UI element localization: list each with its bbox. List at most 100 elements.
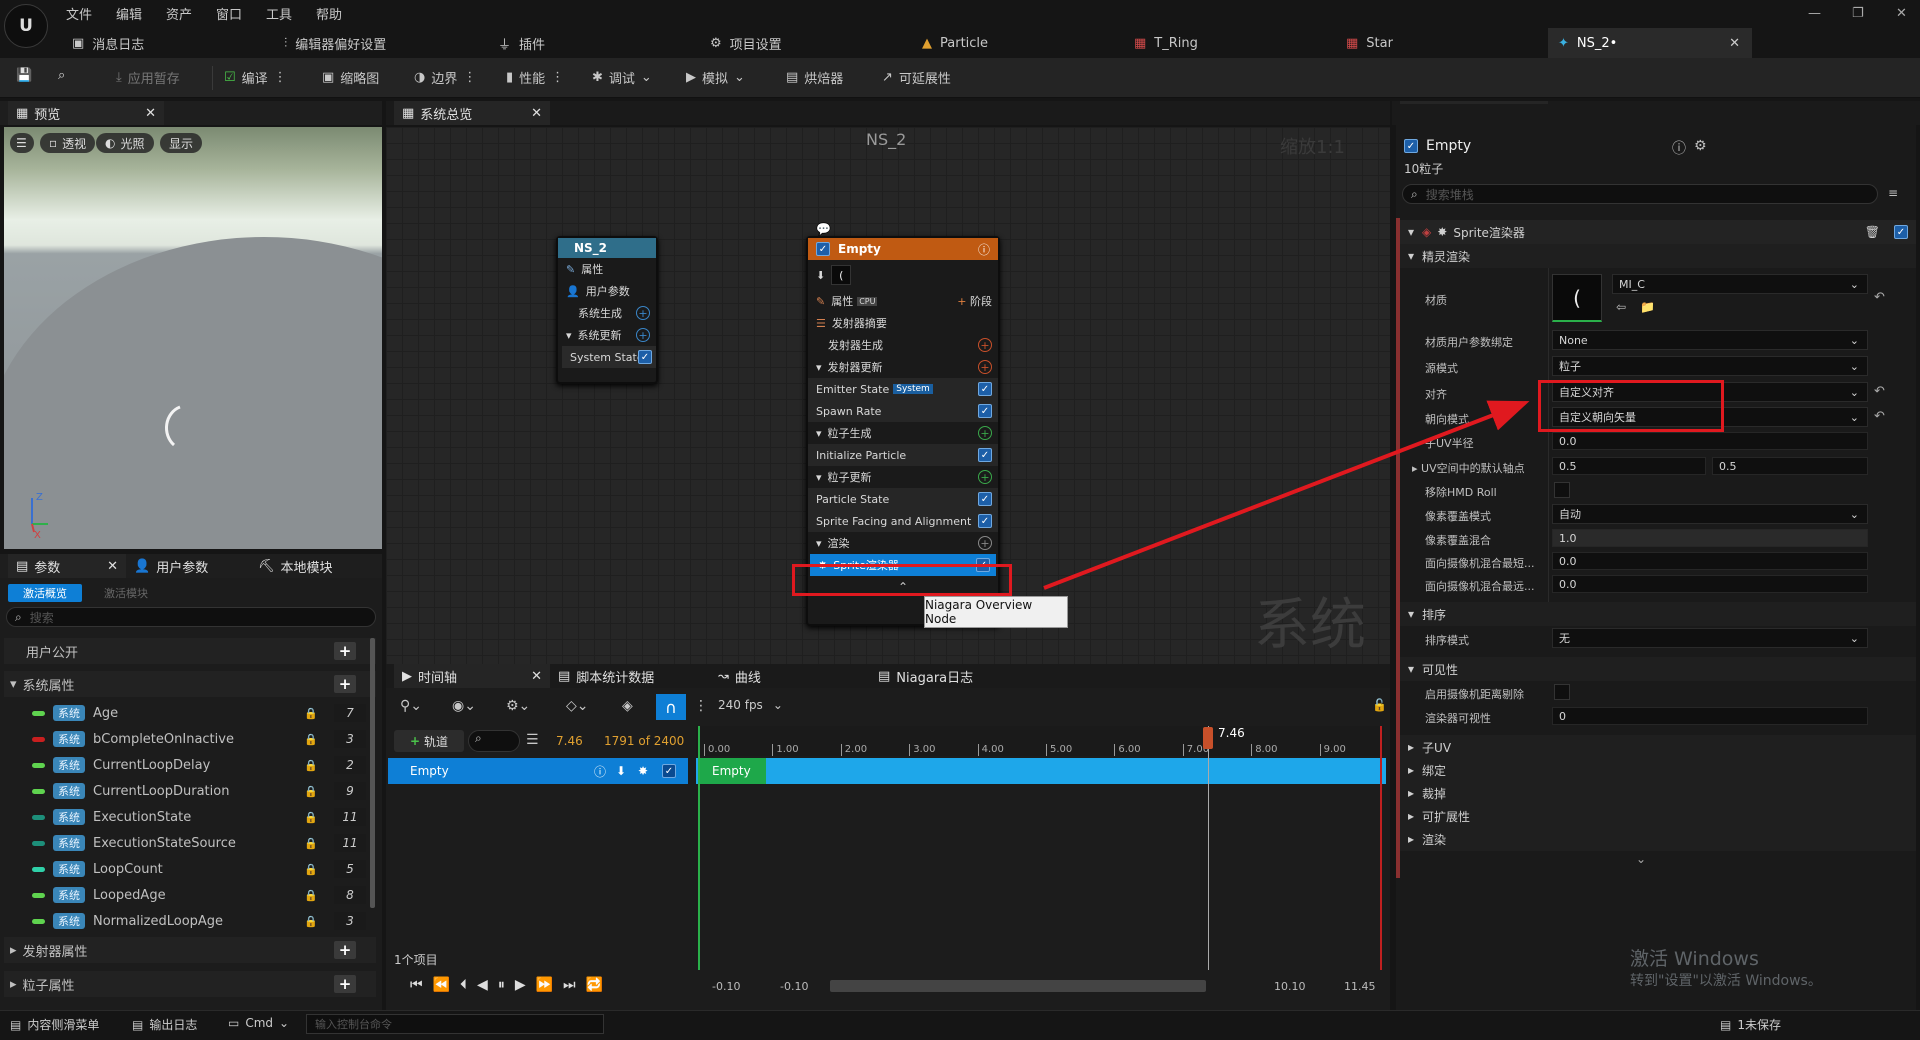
details-search[interactable]: ⌕ 搜索堆栈 (1402, 184, 1878, 204)
menu-file[interactable]: 文件 (66, 4, 92, 23)
browse-icon[interactable]: ⌕ (58, 68, 65, 83)
thumbnail-button[interactable]: ▣ 缩略图 (322, 68, 379, 87)
emitter-update[interactable]: ▾ 发射器更新 + (808, 356, 998, 378)
cam-max-input[interactable]: 0.0 (1552, 575, 1868, 593)
current-time[interactable]: 7.46 (556, 734, 583, 748)
material-thumbnail[interactable]: ( (1552, 274, 1602, 322)
playhead-handle[interactable] (1203, 727, 1213, 749)
perf-button[interactable]: ▮ 性能 ⋮ (506, 68, 564, 87)
add-user-param-button[interactable]: + (334, 642, 356, 660)
add-module-icon[interactable]: + (636, 306, 650, 320)
play-icon[interactable]: ▶ (515, 977, 526, 993)
step-back-icon[interactable]: ⏴ (460, 977, 467, 993)
add-module-icon[interactable]: + (978, 360, 992, 374)
system-user-params[interactable]: 👤 用户参数 (558, 280, 656, 302)
sort-mode-select[interactable]: 无 ⌄ (1552, 628, 1868, 648)
pivot-x-input[interactable]: 0.5 (1552, 457, 1706, 475)
emitter-enable-checkbox[interactable]: ✓ (1404, 139, 1418, 153)
params-scrollbar[interactable] (370, 638, 375, 908)
delete-icon[interactable]: 🗑 (1865, 225, 1880, 239)
menu-tools[interactable]: 工具 (266, 4, 292, 23)
info-icon[interactable]: ⓘ (1672, 138, 1686, 158)
viewport-menu-icon[interactable]: ☰ (10, 133, 34, 153)
section-emitter-attrs[interactable]: ▸ 发射器属性 + (4, 937, 376, 963)
tab-params[interactable]: ▤ 参数 ✕ (8, 554, 126, 578)
timeline-scrollbar[interactable] (830, 980, 1206, 992)
range-end-view[interactable]: 11.45 (1344, 980, 1376, 993)
section-collapsed[interactable]: ▸ 裁掉 (1400, 781, 1916, 805)
add-particle-param-button[interactable]: + (334, 975, 356, 993)
close-tab-icon[interactable]: ✕ (1729, 36, 1740, 51)
pivot-y-input[interactable]: 0.5 (1712, 457, 1868, 475)
system-props[interactable]: ✎ 属性 (558, 258, 656, 280)
menu-help[interactable]: 帮助 (316, 4, 342, 23)
restore-icon[interactable]: ❐ (1852, 6, 1864, 21)
lit-button[interactable]: ◐ 光照 (96, 133, 154, 153)
close-icon[interactable]: ✕ (531, 669, 542, 684)
pixel-mode-select[interactable]: 自动 ⌄ (1552, 504, 1868, 524)
settings-icon[interactable]: ⚙⌄ (506, 698, 530, 714)
reset-icon[interactable]: ↶ (1874, 409, 1885, 424)
section-collapsed[interactable]: ▸ 可扩展性 (1400, 804, 1916, 828)
enable-checkbox[interactable]: ✓ (978, 492, 992, 506)
tab-star[interactable]: ▦ Star (1346, 28, 1393, 58)
enable-checkbox[interactable]: ✓ (978, 448, 992, 462)
reset-icon[interactable]: ↶ (1874, 290, 1885, 305)
render-section[interactable]: ▾ 渲染 + (808, 532, 998, 554)
more-icon[interactable]: ⋮ (694, 698, 708, 714)
menu-window[interactable]: 窗口 (216, 4, 242, 23)
param-row[interactable]: 系统 CurrentLoopDuration 🔒 9 (4, 778, 376, 804)
enable-checkbox[interactable]: ✓ (978, 404, 992, 418)
bounds-button[interactable]: ◑ 边界 ⋮ (414, 68, 476, 87)
range-end-play[interactable]: 10.10 (1274, 980, 1306, 993)
emitter-enable-checkbox[interactable]: ✓ (816, 242, 830, 256)
add-module-icon[interactable]: + (978, 470, 992, 484)
tab-local-modules[interactable]: ⛏ 本地模块 (250, 554, 341, 578)
param-row[interactable]: 系统 Age 🔒 7 (4, 700, 376, 726)
time-ruler[interactable] (696, 726, 1384, 756)
section-collapsed[interactable]: ▸ 子UV (1400, 735, 1916, 759)
to-end-icon[interactable]: ⏭ (563, 977, 576, 993)
range-start-play[interactable]: -0.10 (780, 980, 808, 993)
use-selected-icon[interactable]: ⇦ (1616, 300, 1626, 314)
param-row[interactable]: 系统 LoopCount 🔒 5 (4, 856, 376, 882)
cmd-select[interactable]: ▭ Cmd ⌄ (228, 1016, 289, 1030)
param-row[interactable]: 系统 ExecutionStateSource 🔒 11 (4, 830, 376, 856)
tab-script-stats[interactable]: ▤ 脚本统计数据 (550, 664, 710, 688)
tab-editor-prefs[interactable]: ⫶ 编辑器偏好设置 (284, 28, 386, 58)
emitter-state-module[interactable]: Emitter State System ✓ (808, 378, 998, 400)
tab-active-modules[interactable]: 激活模块 (86, 584, 166, 602)
filter-icon[interactable]: ≡ (1888, 186, 1898, 200)
comment-icon[interactable]: 💬 (816, 222, 831, 236)
initialize-particle-module[interactable]: Initialize Particle ✓ (808, 444, 998, 466)
emitter-summary[interactable]: ☰ 发射器摘要 (808, 312, 998, 334)
camera-cull-checkbox[interactable] (1554, 684, 1570, 700)
add-module-icon[interactable]: + (636, 328, 650, 342)
emitter-props[interactable]: ✎ 属性 CPU + 阶段 (808, 290, 998, 312)
more-icon[interactable]: ⋮ (463, 70, 476, 85)
param-row[interactable]: 系统 NormalizedLoopAge 🔒 3 (4, 908, 376, 934)
particle-state-module[interactable]: Particle State ✓ (808, 488, 998, 510)
save-icon[interactable]: 💾 (16, 68, 32, 83)
tab-niagara-log[interactable]: ▤ Niagara日志 (870, 664, 981, 688)
params-search[interactable]: ⌕ 搜索 (6, 607, 376, 627)
param-row[interactable]: 系统 LoopedAge 🔒 8 (4, 882, 376, 908)
pixel-blend-input[interactable]: 1.0 (1552, 529, 1868, 547)
more-icon[interactable]: ⋮ (551, 70, 564, 85)
close-icon[interactable]: ✕ (145, 106, 156, 121)
param-row[interactable]: 系统 ExecutionState 🔒 11 (4, 804, 376, 830)
tab-timeline[interactable]: ▶ 时间轴 ✕ (394, 664, 550, 688)
tab-t-ring[interactable]: ▦ T_Ring (1134, 28, 1198, 58)
debug-button[interactable]: ✱ 调试 ⌄ (592, 68, 652, 87)
loop-icon[interactable]: 🔁 (586, 977, 603, 993)
section-system-attrs[interactable]: ▾ 系统属性 + (4, 671, 376, 697)
menu-edit[interactable]: 编辑 (116, 4, 142, 23)
section-user-exposed[interactable]: 用户公开 + (4, 638, 376, 664)
source-mode-select[interactable]: 粒子 ⌄ (1552, 356, 1868, 376)
tab-project-settings[interactable]: ⚙ 项目设置 (710, 28, 782, 58)
tab-particle[interactable]: ▲ Particle (922, 28, 988, 58)
to-start-icon[interactable]: ⏮ (410, 977, 423, 993)
tab-system-overview[interactable]: ▦ 系统总览 ✕ (394, 101, 550, 125)
close-icon[interactable]: ✕ (107, 559, 118, 574)
fps-select[interactable]: 240 fps ⌄ (718, 698, 783, 712)
